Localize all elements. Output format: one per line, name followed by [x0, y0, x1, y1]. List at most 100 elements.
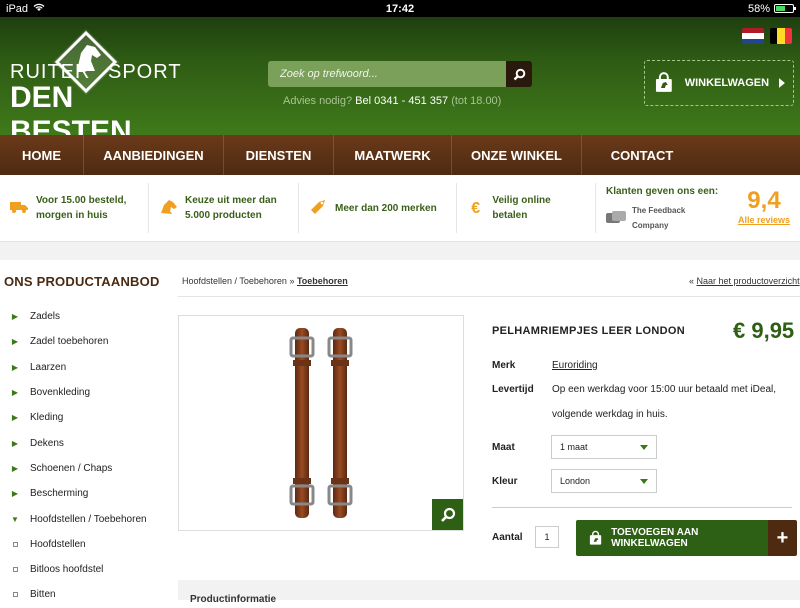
triangle-right-icon: ▶: [11, 337, 19, 347]
sidebar-item-schoenen-chaps[interactable]: ▶ Schoenen / Chaps: [0, 456, 170, 481]
magnifier-icon: [440, 507, 455, 522]
sidebar-item-bovenkleding[interactable]: ▶ Bovenkleding: [0, 380, 170, 405]
color-select-value: London: [560, 476, 591, 486]
feedback-company: The Feedback Company: [606, 203, 724, 233]
feedback-score: 9,4: [747, 186, 781, 214]
sidebar-item-label: Bovenkleding: [30, 387, 91, 399]
search-bar: [268, 61, 532, 87]
flag-nl-icon[interactable]: [742, 28, 764, 44]
feedback-widget[interactable]: Klanten geven ons een: The Feedback Comp…: [596, 183, 800, 233]
sidebar-item-hoofdstellen-toebehoren[interactable]: ▼ Hoofdstellen / Toebehoren: [0, 506, 170, 531]
nav-contact[interactable]: CONTACT: [582, 135, 702, 175]
brand-link[interactable]: Euroriding: [552, 353, 598, 378]
usp-brands: Meer dan 200 merken: [299, 183, 457, 233]
sidebar-item-label: Bitten: [30, 589, 56, 601]
cart-button[interactable]: WINKELWAGEN: [644, 60, 794, 106]
back-link-arrow: «: [689, 276, 695, 286]
usp-delivery: Voor 15.00 besteld, morgen in huis: [0, 183, 149, 233]
triangle-right-icon: ▶: [11, 362, 19, 372]
sidebar-item-zadels[interactable]: ▶ Zadels: [0, 304, 170, 329]
sidebar-item-label: Kleding: [30, 412, 64, 424]
shopping-bag-icon: [589, 530, 602, 545]
shopping-bag-icon: [655, 72, 672, 92]
delivery-line2: volgende werkdag in huis.: [552, 409, 668, 420]
breadcrumb-divider: [178, 296, 800, 297]
battery-percent: 58%: [747, 2, 770, 15]
product-image[interactable]: [178, 315, 464, 531]
sidebar-item-label: Schoenen / Chaps: [30, 462, 113, 474]
advice-prefix: Advies nodig?: [283, 95, 353, 107]
triangle-right-icon: ▶: [11, 489, 19, 499]
all-reviews-link[interactable]: Alle reviews: [738, 213, 790, 228]
phone-number[interactable]: Bel 0341 - 451 357: [355, 95, 448, 107]
sidebar-item-label: Bescherming: [30, 488, 89, 500]
nav-maatwerk[interactable]: MAATWERK: [334, 135, 452, 175]
product-info-panel: Productinformatie: [178, 580, 800, 605]
add-to-cart-button[interactable]: TOEVOEGEN AAN WINKELWAGEN: [576, 520, 768, 556]
square-bullet-icon: [0, 592, 30, 598]
language-flags: [742, 28, 792, 44]
back-to-overview: « Naar het productoverzicht: [689, 276, 800, 286]
cart-label: WINKELWAGEN: [684, 77, 770, 89]
battery-icon: [774, 4, 796, 13]
color-label: Kleur: [492, 476, 518, 487]
details-divider: [492, 507, 792, 508]
search-input[interactable]: [268, 61, 506, 87]
nav-diensten[interactable]: DIENSTEN: [224, 135, 334, 175]
delivery-label: Levertijd: [492, 384, 534, 395]
flag-be-icon[interactable]: [770, 28, 792, 44]
square-bullet-icon: [0, 541, 30, 547]
advice-text: Advies nodig? Bel 0341 - 451 357 (tot 18…: [283, 95, 501, 107]
nav-onze-winkel[interactable]: ONZE WINKEL: [452, 135, 582, 175]
nav-aanbiedingen[interactable]: AANBIEDINGEN: [84, 135, 224, 175]
color-select[interactable]: London: [551, 469, 657, 493]
sidebar-subitem-hoofdstellen[interactable]: Hoofdstellen: [0, 532, 170, 557]
usp-payment-text: Veilig online betalen: [492, 195, 551, 221]
site-logo[interactable]: RUITER SPORT DEN BESTEN: [8, 27, 181, 148]
size-label: Maat: [492, 442, 515, 453]
sidebar-subitem-bitloos-hoofdstel[interactable]: Bitloos hoofdstel: [0, 557, 170, 582]
plus-button[interactable]: +: [768, 520, 797, 556]
sidebar-item-zadel-toebehoren[interactable]: ▶ Zadel toebehoren: [0, 329, 170, 354]
site-header: RUITER SPORT DEN BESTEN Advies nodig? Be…: [0, 17, 800, 148]
sidebar-item-bescherming[interactable]: ▶ Bescherming: [0, 481, 170, 506]
sidebar-item-kleding[interactable]: ▶ Kleding: [0, 405, 170, 430]
usp-choice: Keuze uit meer dan 5.000 producten: [149, 183, 299, 233]
sidebar-item-label: Zadel toebehoren: [30, 336, 109, 348]
size-select[interactable]: 1 maat: [551, 435, 657, 459]
main-nav: HOME AANBIEDINGEN DIENSTEN MAATWERK ONZE…: [0, 135, 800, 175]
clock: 17:42: [385, 2, 415, 15]
search-button[interactable]: [506, 61, 532, 87]
sidebar-item-label: Dekens: [30, 437, 64, 449]
nav-home[interactable]: HOME: [0, 135, 84, 175]
euro-icon: €: [471, 199, 481, 217]
sidebar-item-dekens[interactable]: ▶ Dekens: [0, 430, 170, 455]
usp-choice-line1: Keuze uit meer dan: [185, 195, 277, 206]
tag-icon: [309, 198, 327, 219]
wifi-icon: [33, 3, 45, 15]
triangle-down-icon: ▼: [11, 514, 19, 524]
quantity-input[interactable]: 1: [535, 526, 559, 548]
usp-bar: Voor 15.00 besteld, morgen in huis Keuze …: [0, 175, 800, 242]
breadcrumb-parent[interactable]: Hoofdstellen / Toebehoren: [182, 276, 287, 286]
sidebar-item-label: Bitloos hoofdstel: [30, 564, 104, 576]
breadcrumb-current[interactable]: Toebehoren: [297, 276, 348, 286]
truck-icon: [10, 201, 28, 216]
product-title: PELHAMRIEMPJES LEER LONDON: [492, 325, 685, 337]
zoom-button[interactable]: [432, 499, 463, 530]
sidebar-subitem-bitten[interactable]: Bitten: [0, 582, 170, 607]
square-bullet-icon: [0, 567, 30, 573]
feedback-label: Klanten geven ons een:: [606, 185, 719, 197]
feedback-company-logo-icon: [606, 210, 626, 223]
breadcrumb: Hoofdstellen / Toebehoren » Toebehoren: [182, 276, 348, 286]
sidebar-item-label: Zadels: [30, 311, 61, 323]
chevron-down-icon: [640, 444, 648, 450]
feedback-company-name: The Feedback Company: [631, 205, 686, 230]
usp-payment: € Veilig online betalen: [457, 183, 596, 233]
sidebar-title: ONS PRODUCTAANBOD: [4, 274, 160, 289]
section-divider: [0, 242, 800, 260]
horse-head-icon: [159, 199, 177, 218]
sidebar-item-laarzen[interactable]: ▶ Laarzen: [0, 355, 170, 380]
back-to-overview-link[interactable]: Naar het productoverzicht: [697, 276, 800, 286]
sidebar-item-label: Laarzen: [30, 361, 67, 373]
